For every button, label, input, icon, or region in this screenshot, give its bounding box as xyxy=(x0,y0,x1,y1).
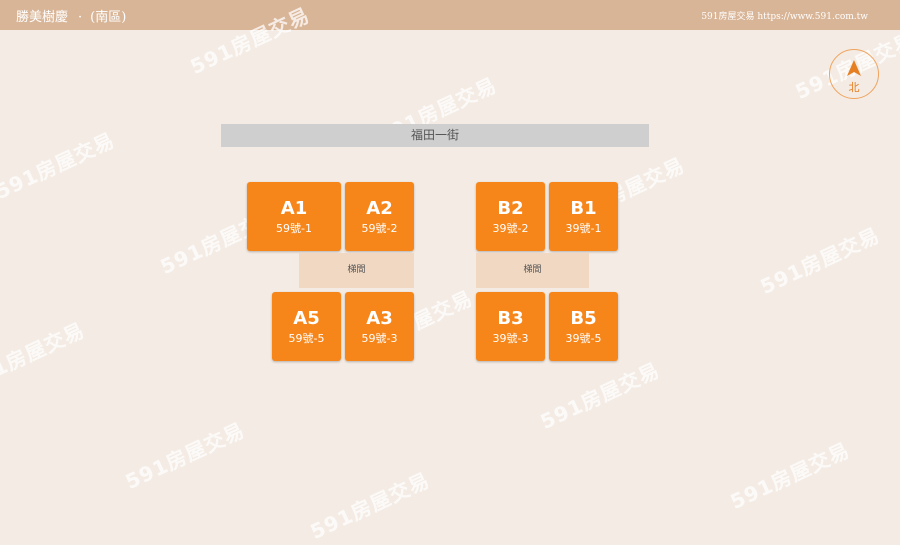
unit-b2[interactable]: B2 39號-2 xyxy=(476,182,545,251)
watermark: 591房屋交易 xyxy=(306,467,434,544)
unit-number: 39號-1 xyxy=(565,222,602,235)
compass-label: 北 xyxy=(848,81,860,94)
community-name: 勝美樹慶 xyxy=(16,10,69,25)
watermark: 591房屋交易 xyxy=(0,127,119,204)
watermark: 591房屋交易 xyxy=(121,417,249,494)
unit-number: 59號-5 xyxy=(288,332,325,345)
watermark: 591房屋交易 xyxy=(756,222,884,299)
site-link[interactable]: 591房屋交易 https://www.591.com.tw xyxy=(701,9,868,22)
unit-number: 39號-5 xyxy=(565,332,602,345)
title-separator: · xyxy=(78,10,83,25)
unit-code: A3 xyxy=(366,308,393,329)
unit-code: B2 xyxy=(497,198,524,219)
unit-number: 59號-2 xyxy=(361,222,398,235)
zone-name: (南區) xyxy=(90,10,127,25)
top-bar: 勝美樹慶 · (南區) 591房屋交易 https://www.591.com.tw xyxy=(0,0,900,30)
unit-code: A1 xyxy=(280,198,308,219)
unit-a2[interactable]: A2 59號-2 xyxy=(345,182,414,251)
unit-a1[interactable]: A1 59號-1 xyxy=(247,182,341,251)
unit-a5[interactable]: A5 59號-5 xyxy=(272,292,341,361)
unit-number: 39號-2 xyxy=(492,222,529,235)
watermark: 591房屋交易 xyxy=(726,437,854,514)
north-arrow-icon xyxy=(847,60,861,76)
unit-number: 39號-3 xyxy=(492,332,529,345)
page-title: 勝美樹慶 · (南區) xyxy=(16,6,126,25)
unit-code: B3 xyxy=(497,308,524,329)
unit-b5[interactable]: B5 39號-5 xyxy=(549,292,618,361)
unit-b3[interactable]: B3 39號-3 xyxy=(476,292,545,361)
unit-number: 59號-3 xyxy=(361,332,398,345)
north-compass: 北 xyxy=(829,49,879,99)
unit-b1[interactable]: B1 39號-1 xyxy=(549,182,618,251)
stairwell-b: 梯間 xyxy=(476,253,589,288)
unit-code: B1 xyxy=(570,198,597,219)
unit-number: 59號-1 xyxy=(276,222,312,235)
unit-code: A2 xyxy=(366,198,393,219)
watermark: 591房屋交易 xyxy=(536,357,664,434)
unit-code: A5 xyxy=(293,308,320,329)
watermark: 591房屋交易 xyxy=(0,317,89,394)
unit-a3[interactable]: A3 59號-3 xyxy=(345,292,414,361)
stairwell-a: 梯間 xyxy=(299,253,414,288)
unit-code: B5 xyxy=(570,308,597,329)
street-name: 福田一街 xyxy=(221,124,649,147)
